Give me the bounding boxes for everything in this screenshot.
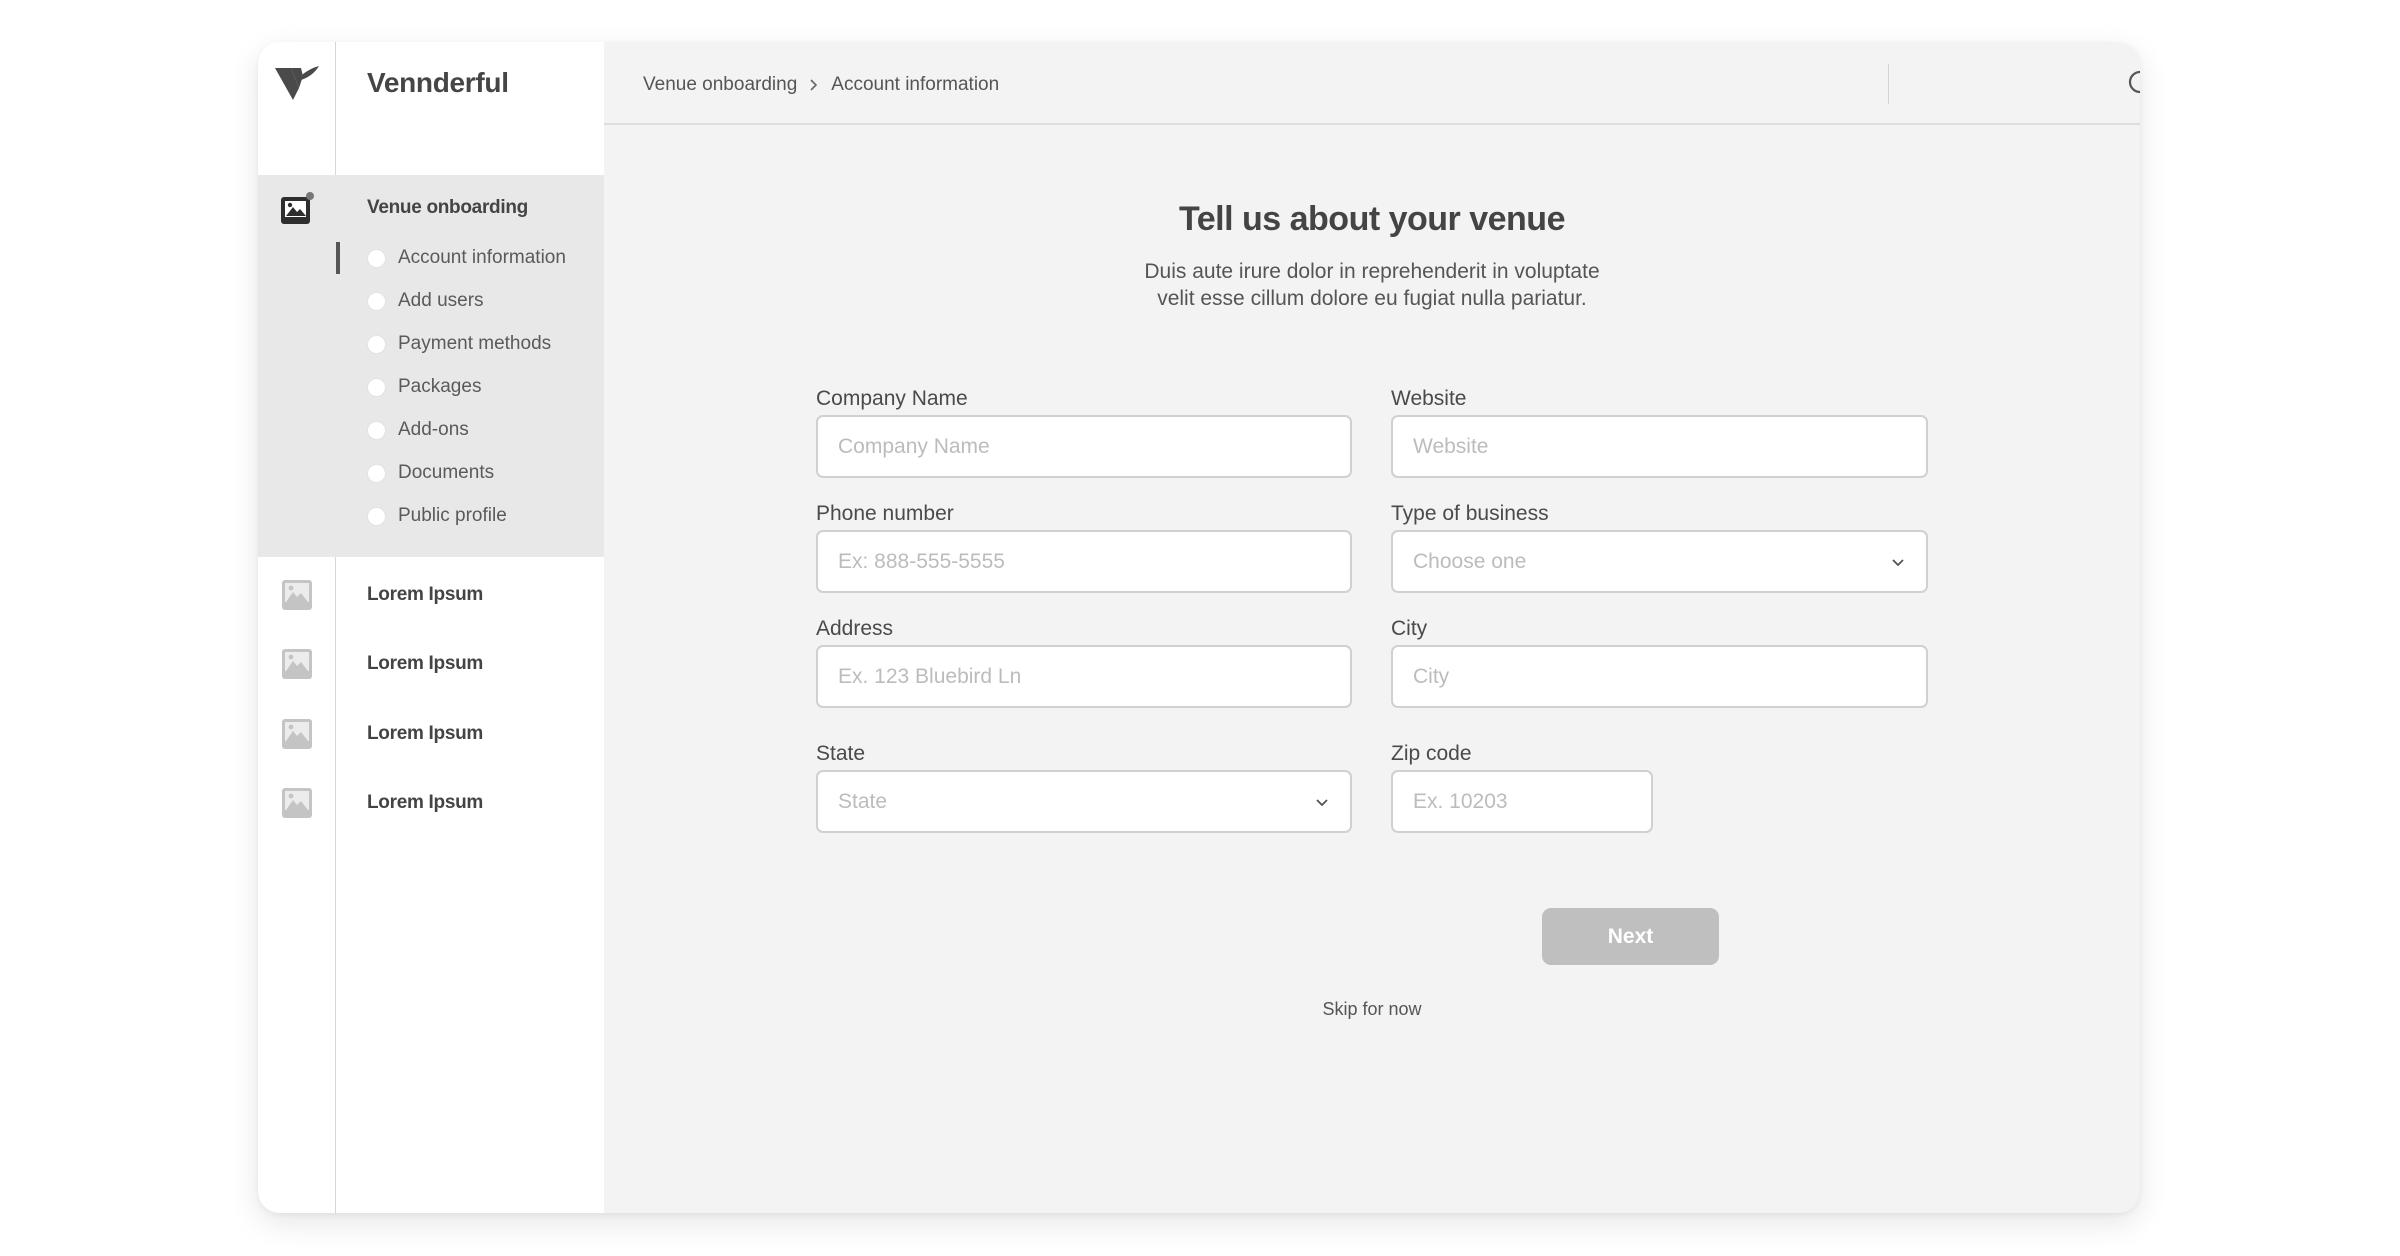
step-label: Public profile bbox=[398, 505, 507, 526]
subtitle-line: Duis aute irure dolor in reprehenderit i… bbox=[1144, 260, 1600, 283]
image-icon[interactable] bbox=[280, 647, 314, 681]
business-type-field: Type of business Choose one bbox=[1391, 502, 1928, 593]
breadcrumb-account-information: Account information bbox=[831, 74, 1000, 95]
step-documents[interactable]: Documents bbox=[367, 458, 494, 488]
sidebar-section-venue-onboarding[interactable]: Venue onboarding bbox=[367, 197, 528, 219]
address-label: Address bbox=[816, 617, 894, 640]
step-account-information[interactable]: Account information bbox=[367, 243, 566, 273]
step-label: Documents bbox=[398, 462, 495, 483]
company-name-input[interactable]: Company Name bbox=[816, 415, 1352, 478]
website-input[interactable]: Website bbox=[1391, 415, 1928, 478]
city-input[interactable]: City bbox=[1391, 645, 1928, 708]
business-type-label: Type of business bbox=[1391, 502, 1549, 525]
image-icon[interactable] bbox=[280, 192, 314, 226]
zip-code-field: Zip code Ex. 10203 bbox=[1391, 742, 1653, 833]
business-type-placeholder: Choose one bbox=[1413, 549, 1527, 573]
step-packages[interactable]: Packages bbox=[367, 372, 481, 402]
zip-code-label: Zip code bbox=[1391, 742, 1472, 765]
state-field: State State bbox=[816, 742, 1352, 833]
chevron-down-icon bbox=[1892, 558, 1904, 566]
page-title: Tell us about your venue bbox=[1179, 200, 1566, 238]
zip-code-placeholder: Ex. 10203 bbox=[1413, 789, 1508, 813]
sidebar-item-lorem-ipsum[interactable]: Lorem Ipsum bbox=[367, 653, 483, 675]
step-radio[interactable] bbox=[367, 506, 386, 526]
page-subtitle: Duis aute irure dolor in reprehenderit i… bbox=[604, 258, 2140, 312]
step-radio[interactable] bbox=[367, 291, 386, 311]
step-radio[interactable] bbox=[367, 463, 386, 483]
skip-label[interactable]: Skip for now bbox=[1322, 999, 1421, 1019]
business-type-select[interactable]: Choose one bbox=[1391, 530, 1928, 593]
step-radio[interactable] bbox=[367, 420, 386, 440]
chevron-down-icon bbox=[1316, 798, 1328, 806]
image-icon[interactable] bbox=[280, 717, 314, 751]
sidebar-active-section bbox=[258, 175, 604, 557]
address-placeholder: Ex. 123 Bluebird Ln bbox=[838, 664, 1022, 688]
state-select[interactable]: State bbox=[816, 770, 1352, 833]
search-button[interactable] bbox=[2124, 64, 2140, 104]
topbar-divider bbox=[1888, 64, 1889, 104]
phone-number-input[interactable]: Ex: 888-555-5555 bbox=[816, 530, 1352, 593]
address-field: Address Ex. 123 Bluebird Ln bbox=[816, 617, 1352, 708]
v-logo-icon bbox=[275, 66, 319, 100]
next-button[interactable]: Next bbox=[1542, 908, 1719, 965]
zip-code-input[interactable]: Ex. 10203 bbox=[1391, 770, 1653, 833]
breadcrumb-venue-onboarding[interactable]: Venue onboarding bbox=[643, 74, 797, 96]
search-icon bbox=[2128, 70, 2140, 94]
breadcrumb: Venue onboarding Account information bbox=[643, 74, 999, 96]
sidebar-item-lorem-ipsum[interactable]: Lorem Ipsum bbox=[367, 792, 483, 814]
company-name-label: Company Name bbox=[816, 387, 968, 410]
top-bar: Venue onboarding Account information bbox=[604, 42, 2140, 125]
step-radio[interactable] bbox=[367, 377, 386, 397]
main-content: Venue onboarding Account information Tel… bbox=[604, 42, 2140, 1213]
state-label: State bbox=[816, 742, 866, 765]
city-field: City City bbox=[1391, 617, 1928, 708]
website-placeholder: Website bbox=[1413, 434, 1489, 458]
active-step-indicator bbox=[336, 242, 340, 274]
city-placeholder: City bbox=[1413, 664, 1450, 688]
company-name-placeholder: Company Name bbox=[838, 434, 990, 458]
subtitle-line: velit esse cillum dolore eu fugiat nulla… bbox=[1157, 287, 1587, 310]
website-label: Website bbox=[1391, 387, 1467, 410]
step-radio[interactable] bbox=[367, 334, 386, 354]
skip-for-now-link[interactable]: Skip for now bbox=[604, 999, 2140, 1020]
step-public-profile[interactable]: Public profile bbox=[367, 501, 507, 531]
state-placeholder: State bbox=[838, 789, 888, 813]
phone-number-label: Phone number bbox=[816, 502, 954, 525]
step-add-users[interactable]: Add users bbox=[367, 286, 484, 316]
image-icon[interactable] bbox=[280, 578, 314, 612]
image-icon[interactable] bbox=[280, 786, 314, 820]
step-payment-methods[interactable]: Payment methods bbox=[367, 329, 551, 359]
step-label: Add-ons bbox=[398, 419, 469, 440]
step-label: Packages bbox=[398, 376, 482, 397]
city-label: City bbox=[1391, 617, 1428, 640]
step-label: Payment methods bbox=[398, 333, 552, 354]
company-name-field: Company Name Company Name bbox=[816, 387, 1352, 478]
sidebar-item-lorem-ipsum[interactable]: Lorem Ipsum bbox=[367, 584, 483, 606]
step-add-ons[interactable]: Add-ons bbox=[367, 415, 469, 445]
address-input[interactable]: Ex. 123 Bluebird Ln bbox=[816, 645, 1352, 708]
phone-number-field: Phone number Ex: 888-555-5555 bbox=[816, 502, 1352, 593]
step-label: Account information bbox=[398, 247, 566, 268]
chevron-right-icon bbox=[810, 79, 818, 91]
app-window: Vennderful Venue onboarding Account info… bbox=[258, 42, 2140, 1213]
step-radio[interactable] bbox=[367, 248, 386, 268]
step-label: Add users bbox=[398, 290, 484, 311]
phone-number-placeholder: Ex: 888-555-5555 bbox=[838, 549, 1005, 573]
sidebar-item-lorem-ipsum[interactable]: Lorem Ipsum bbox=[367, 723, 483, 745]
website-field: Website Website bbox=[1391, 387, 1928, 478]
brand-name: Vennderful bbox=[367, 67, 509, 98]
